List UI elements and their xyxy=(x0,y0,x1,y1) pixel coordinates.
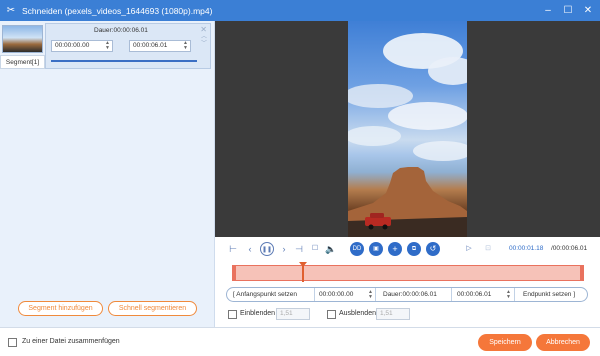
player-controls: ⊢ ‹ ❚❚ › ⊣ ☐ 🔈 DD ▣ + ⧉ ↺ ▷ ⊡ 00:00:01.1… xyxy=(226,240,596,260)
title-bar: ✂ Schneiden (pexels_videos_1644693 (1080… xyxy=(0,0,600,21)
cancel-button[interactable]: Abbrechen xyxy=(536,334,590,351)
segment-start-value: 00:00:00.00 xyxy=(55,42,90,49)
spinner-icon[interactable]: ▲ ▼ xyxy=(368,290,373,300)
fade-in-checkbox[interactable] xyxy=(228,310,237,319)
footer-bar: Zu einer Datei zusammenfügen Speichern A… xyxy=(0,327,600,356)
volume-icon[interactable]: 🔈 xyxy=(324,242,338,256)
current-time: 00:00:01.18 xyxy=(509,245,544,252)
split-icon[interactable]: DD xyxy=(350,242,364,256)
stop-icon[interactable]: ☐ xyxy=(308,242,322,256)
segment-start-field[interactable]: 00:00:00.00 ▲ ▼ xyxy=(51,40,113,52)
minimize-icon[interactable]: – xyxy=(540,5,556,16)
timeline-end-handle[interactable] xyxy=(580,265,584,281)
video-preview xyxy=(215,21,600,237)
fade-out-checkbox[interactable] xyxy=(327,310,336,319)
spinner-icon[interactable]: ▲ ▼ xyxy=(506,290,511,300)
video-frame-scene xyxy=(348,33,467,237)
total-time: /00:00:06.01 xyxy=(551,245,588,252)
reorder-arrows-icon[interactable]: ︿ ﹀ xyxy=(201,34,207,48)
maximize-icon[interactable]: ☐ xyxy=(560,5,576,16)
fade-in-group: Einblenden 1,51 xyxy=(226,308,316,322)
window-title: Schneiden (pexels_videos_1644693 (1080p)… xyxy=(22,5,213,16)
set-start-label: Anfangspunkt setzen xyxy=(236,291,297,298)
fade-out-value[interactable]: 1,51 xyxy=(376,308,410,320)
segment-label: Segment[1] xyxy=(0,55,45,69)
clip-icon[interactable]: ⊡ xyxy=(481,242,495,256)
timeline-track[interactable] xyxy=(232,262,584,282)
fade-in-value[interactable]: 1,51 xyxy=(276,308,310,320)
next-frame-icon[interactable]: › xyxy=(277,242,291,256)
segment-panel: Segment[1] Dauer:00:00:06.01 ✕ ︿ ﹀ 00:00:… xyxy=(0,21,215,327)
divider xyxy=(375,288,376,301)
play-from-start-icon[interactable]: ▷ xyxy=(462,242,476,256)
close-icon[interactable]: ✕ xyxy=(580,5,596,16)
segment-duration: Dauer:00:00:06.01 xyxy=(94,27,148,34)
divider xyxy=(514,288,515,301)
quick-split-button[interactable]: Schnell segmentieren xyxy=(108,301,197,316)
reset-icon[interactable]: ↺ xyxy=(426,242,440,256)
trim-start-icon[interactable]: ⊢ xyxy=(226,242,240,256)
trim-start-field[interactable]: 00:00:00.00 xyxy=(319,288,353,301)
set-start-button[interactable]: [ Anfangspunkt setzen xyxy=(233,288,297,301)
add-icon[interactable]: + xyxy=(388,242,402,256)
trim-end-field[interactable]: 00:00:06.01 xyxy=(457,288,491,301)
set-end-button[interactable]: Endpunkt setzen ] xyxy=(523,288,575,301)
remove-segment-icon[interactable]: ✕ xyxy=(200,25,207,34)
divider xyxy=(451,288,452,301)
timeline-start-handle[interactable] xyxy=(232,265,236,281)
merge-checkbox[interactable] xyxy=(8,338,17,347)
fade-in-label: Einblenden xyxy=(240,310,276,317)
segment-card[interactable]: Dauer:00:00:06.01 ✕ ︿﹀ 00:00:00.00 ▲▼ – … xyxy=(45,23,211,69)
copy-icon[interactable]: ▣ xyxy=(369,242,383,256)
timeline-playhead[interactable] xyxy=(299,262,307,282)
divider xyxy=(314,288,315,301)
segment-progress-bar xyxy=(51,60,197,62)
set-end-label: Endpunkt setzen xyxy=(523,291,572,298)
pause-icon[interactable]: ❚❚ xyxy=(260,242,274,256)
merge-label: Zu einer Datei zusammenfügen xyxy=(22,338,120,345)
add-segment-button[interactable]: Segment hinzufügen xyxy=(18,301,103,316)
video-frame[interactable] xyxy=(348,21,467,237)
segment-end-field[interactable]: 00:00:06.01 ▲ ▼ xyxy=(129,40,191,52)
trim-end-icon[interactable]: ⊣ xyxy=(292,242,306,256)
save-button[interactable]: Speichern xyxy=(478,334,532,351)
fade-out-label: Ausblenden xyxy=(339,310,376,317)
fade-out-group: Ausblenden 1,51 xyxy=(325,308,415,322)
spinner-icon[interactable]: ▲ ▼ xyxy=(183,41,188,51)
trim-duration: Dauer:00:00:06.01 xyxy=(383,291,437,298)
scissors-icon: ✂ xyxy=(6,5,16,16)
duplicate-icon[interactable]: ⧉ xyxy=(407,242,421,256)
spinner-icon[interactable]: ▲ ▼ xyxy=(105,41,110,51)
trim-controls: [ Anfangspunkt setzen 00:00:00.00 ▲ ▼ Dau… xyxy=(226,287,588,302)
prev-frame-icon[interactable]: ‹ xyxy=(243,242,257,256)
segment-end-value: 00:00:06.01 xyxy=(133,42,168,49)
segment-thumbnail[interactable] xyxy=(2,25,43,53)
